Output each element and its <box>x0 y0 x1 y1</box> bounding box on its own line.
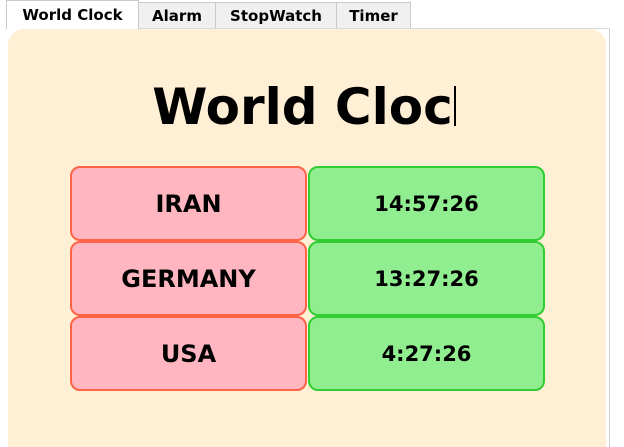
app-window: World Clock Alarm StopWatch Timer World … <box>0 0 624 447</box>
tab-world-clock[interactable]: World Clock <box>6 0 139 29</box>
page-title-text: World Cloc <box>152 78 453 136</box>
time-cell-usa: 4:27:26 <box>308 316 545 391</box>
tab-bar: World Clock Alarm StopWatch Timer <box>6 0 411 29</box>
page-title: World Cloc <box>0 78 608 136</box>
country-cell-germany: GERMANY <box>70 241 307 316</box>
tab-stopwatch[interactable]: StopWatch <box>215 2 337 29</box>
country-cell-usa: USA <box>70 316 307 391</box>
tab-alarm[interactable]: Alarm <box>138 2 216 29</box>
time-cell-iran: 14:57:26 <box>308 166 545 241</box>
time-cell-germany: 13:27:26 <box>308 241 545 316</box>
country-cell-iran: IRAN <box>70 166 307 241</box>
tab-timer[interactable]: Timer <box>336 2 411 29</box>
text-caret <box>453 86 456 126</box>
